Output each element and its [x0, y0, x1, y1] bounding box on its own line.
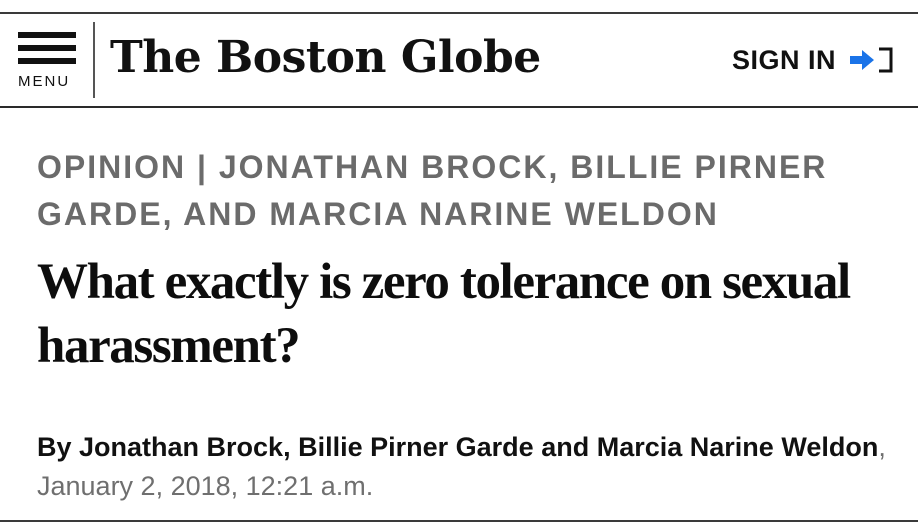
author-link[interactable]: Marcia Narine Weldon — [597, 432, 879, 462]
sign-in-label: SIGN IN — [731, 44, 836, 75]
login-arrow-icon — [848, 45, 896, 75]
sign-in-button[interactable]: SIGN IN — [732, 38, 896, 82]
site-logo[interactable]: The Boston Globe — [110, 26, 541, 90]
header-divider — [93, 22, 95, 98]
article-kicker: OPINION | JONATHAN BROCK, BILLIE PIRNER … — [37, 149, 828, 232]
author-link[interactable]: Jonathan Brock, — [79, 432, 291, 462]
byline-conjunction: and — [541, 432, 590, 462]
byline-prefix: By — [37, 432, 72, 462]
site-header: MENU The Boston Globe SIGN IN — [0, 14, 918, 106]
bottom-border — [0, 520, 918, 522]
header-rule — [0, 106, 918, 108]
article-byline: By Jonathan Brock, Billie Pirner Garde a… — [37, 428, 897, 506]
menu-label: MENU — [18, 73, 71, 90]
menu-button[interactable]: MENU — [14, 30, 80, 102]
hamburger-icon — [18, 32, 76, 71]
author-link[interactable]: Billie Pirner Garde — [298, 432, 534, 462]
article-headline: What exactly is zero tolerance on sexual… — [37, 254, 851, 374]
